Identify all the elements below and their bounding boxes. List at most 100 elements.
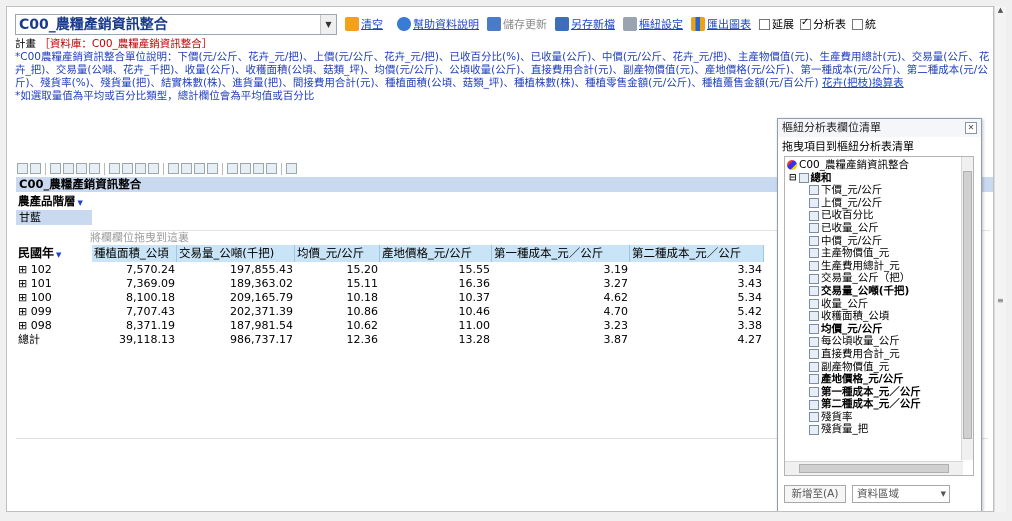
- row-field-button[interactable]: 民國年 ▼: [16, 245, 61, 262]
- pivot-checkbox-box[interactable]: [800, 17, 811, 30]
- comment-icon[interactable]: [135, 163, 146, 174]
- table-cell[interactable]: 197,855.43: [177, 263, 295, 277]
- table-cell[interactable]: 5.34: [630, 291, 764, 305]
- field-item[interactable]: 中價_元/公斤: [787, 235, 961, 248]
- help-button[interactable]: 幫助資料說明: [397, 16, 479, 32]
- table-cell[interactable]: 8,371.19: [92, 319, 177, 333]
- layer-filter-button[interactable]: 農產品階層 ▼: [16, 194, 85, 209]
- row-label[interactable]: ⊞ 098: [16, 319, 92, 333]
- table-cell[interactable]: 8,100.18: [92, 291, 177, 305]
- field-item[interactable]: 收量_公斤: [787, 298, 961, 311]
- filter-icon[interactable]: [76, 163, 87, 174]
- field-item[interactable]: 已收量_公斤: [787, 222, 961, 235]
- table-cell[interactable]: 3.43: [630, 277, 764, 291]
- row-label[interactable]: ⊞ 102: [16, 263, 92, 277]
- save-update-button[interactable]: 儲存更新: [487, 16, 547, 32]
- table-cell[interactable]: 10.86: [295, 305, 380, 319]
- refresh-icon[interactable]: [89, 163, 100, 174]
- table-cell[interactable]: 202,371.39: [177, 305, 295, 319]
- export-icon[interactable]: [253, 163, 264, 174]
- table-cell[interactable]: 10.46: [380, 305, 492, 319]
- scrollbar-thumb[interactable]: [963, 171, 972, 439]
- calc-icon[interactable]: [122, 163, 133, 174]
- field-item[interactable]: 第二種成本_元／公斤: [787, 398, 961, 411]
- table-cell[interactable]: 11.00: [380, 319, 492, 333]
- table-cell[interactable]: 3.38: [630, 319, 764, 333]
- clear-button[interactable]: 清空: [345, 16, 383, 32]
- tree-root[interactable]: C00_農糧產銷資訊整合: [787, 159, 961, 172]
- field-list-panel[interactable]: 樞紐分析表欄位清單 ✕ 拖曳項目到樞紐分析表清單 C00_農糧產銷資訊整合 ⊟ …: [777, 118, 982, 511]
- table-cell[interactable]: 16.36: [380, 277, 492, 291]
- export-chart-button[interactable]: 匯出圖表: [691, 16, 751, 32]
- scroll-grip-icon[interactable]: ≡: [997, 296, 1004, 305]
- percent-icon[interactable]: [148, 163, 159, 174]
- table-cell[interactable]: 7,570.24: [92, 263, 177, 277]
- row-label[interactable]: ⊞ 101: [16, 277, 92, 291]
- column-header[interactable]: 第一種成本_元／公斤: [492, 245, 630, 262]
- table-cell[interactable]: 10.37: [380, 291, 492, 305]
- field-item[interactable]: 均價_元/公斤: [787, 323, 961, 336]
- field-item[interactable]: 主產物價值_元: [787, 247, 961, 260]
- field-list-icon[interactable]: [17, 163, 28, 174]
- field-item[interactable]: 每公頃收量_公斤: [787, 335, 961, 348]
- collapse-minus-icon[interactable]: ⊟: [789, 172, 797, 185]
- field-item[interactable]: 交易量_公斤（把）: [787, 272, 961, 285]
- table-cell[interactable]: 7,707.43: [92, 305, 177, 319]
- field-item[interactable]: 下價_元/公斤: [787, 184, 961, 197]
- page-scrollbar[interactable]: ▲ ≡: [994, 6, 1006, 512]
- table-cell[interactable]: 13.28: [380, 333, 492, 347]
- add-to-button[interactable]: 新增至(A): [784, 485, 846, 503]
- table-cell[interactable]: 4.70: [492, 305, 630, 319]
- table-cell[interactable]: 15.20: [295, 263, 380, 277]
- expand-icon[interactable]: [168, 163, 179, 174]
- table-icon[interactable]: [194, 163, 205, 174]
- table-cell[interactable]: 10.62: [295, 319, 380, 333]
- field-item[interactable]: 殘貨率: [787, 411, 961, 424]
- table-cell[interactable]: 3.87: [492, 333, 630, 347]
- table-cell[interactable]: 4.62: [492, 291, 630, 305]
- table-cell[interactable]: 10.18: [295, 291, 380, 305]
- column-header[interactable]: 種植面積_公頃: [92, 245, 177, 262]
- print-icon[interactable]: [266, 163, 277, 174]
- help-icon[interactable]: [286, 163, 297, 174]
- copy-icon[interactable]: [30, 163, 41, 174]
- table-cell[interactable]: 15.11: [295, 277, 380, 291]
- field-item[interactable]: 殘貨量_把: [787, 423, 961, 436]
- table-cell[interactable]: 3.27: [492, 277, 630, 291]
- column-header[interactable]: 產地價格_元/公斤: [380, 245, 492, 262]
- close-icon[interactable]: ✕: [965, 122, 977, 134]
- chart-toggle-icon[interactable]: [240, 163, 251, 174]
- table-cell[interactable]: 15.55: [380, 263, 492, 277]
- table-cell[interactable]: 12.36: [295, 333, 380, 347]
- row-label[interactable]: ⊞ 099: [16, 305, 92, 319]
- table-cell[interactable]: 189,363.02: [177, 277, 295, 291]
- exclamation-icon[interactable]: [227, 163, 238, 174]
- field-tree[interactable]: C00_農糧產銷資訊整合 ⊟ 總和 下價_元/公斤 上價_元/公斤 已收百分比 …: [784, 156, 974, 476]
- horizontal-scrollbar[interactable]: [785, 461, 963, 475]
- table-cell[interactable]: 7,369.09: [92, 277, 177, 291]
- scrollbar-thumb[interactable]: [799, 464, 949, 473]
- sort-asc-icon[interactable]: [50, 163, 61, 174]
- field-item[interactable]: 直接費用合計_元: [787, 348, 961, 361]
- table-cell[interactable]: 209,165.79: [177, 291, 295, 305]
- table-cell[interactable]: 3.19: [492, 263, 630, 277]
- collapse-icon[interactable]: [181, 163, 192, 174]
- field-item[interactable]: 副產物價值_元: [787, 361, 961, 374]
- stat-checkbox[interactable]: 統: [852, 16, 880, 32]
- column-header[interactable]: 第二種成本_元／公斤: [630, 245, 764, 262]
- grid-icon[interactable]: [207, 163, 218, 174]
- pivot-checkbox[interactable]: 分析表: [800, 16, 850, 32]
- field-list-header[interactable]: 樞紐分析表欄位清單 ✕: [778, 119, 981, 137]
- table-cell[interactable]: 986,737.17: [177, 333, 295, 347]
- table-cell[interactable]: 3.34: [630, 263, 764, 277]
- save-new-button[interactable]: 另存新檔: [555, 16, 615, 32]
- column-header[interactable]: 均價_元/公斤: [295, 245, 380, 262]
- table-cell[interactable]: 4.27: [630, 333, 764, 347]
- row-label[interactable]: ⊞ 100: [16, 291, 92, 305]
- stat-checkbox-box[interactable]: [852, 18, 863, 30]
- chevron-down-icon[interactable]: ▼: [320, 14, 336, 34]
- conversion-table-link[interactable]: 花卉(把枝)換算表: [822, 77, 904, 89]
- field-item[interactable]: 收穫面積_公頃: [787, 310, 961, 323]
- field-item[interactable]: 產地價格_元/公斤: [787, 373, 961, 386]
- area-select[interactable]: 資料區域: [852, 485, 950, 503]
